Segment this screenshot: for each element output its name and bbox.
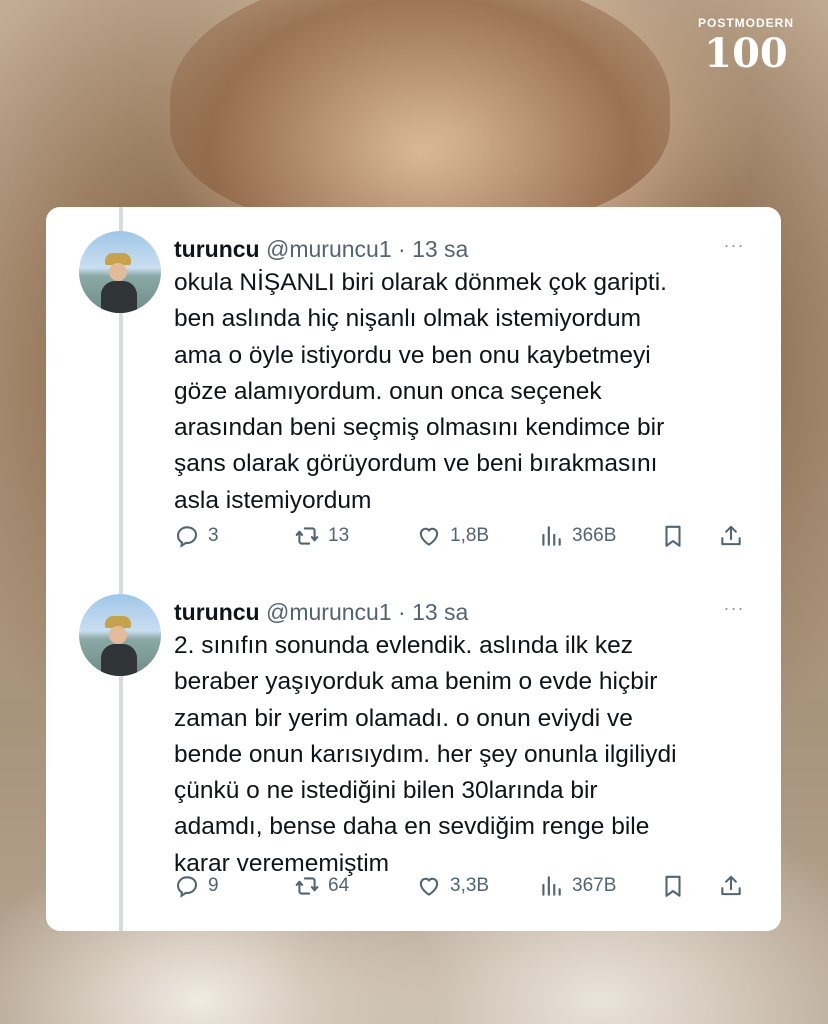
avatar-body xyxy=(101,644,137,676)
tweet[interactable]: turuncu @muruncu1 · 13 sa ··· okula NİŞA… xyxy=(46,229,781,559)
brand-number: 100 xyxy=(704,30,788,77)
like-count: 1,8B xyxy=(450,525,490,546)
display-name[interactable]: turuncu xyxy=(174,599,260,625)
brand-logo: POSTMODERN 100 xyxy=(690,16,802,86)
retweet-icon xyxy=(295,877,319,895)
like-icon xyxy=(419,877,439,896)
views-icon xyxy=(542,876,561,896)
tweet-thread-card: turuncu @muruncu1 · 13 sa ··· okula NİŞA… xyxy=(46,207,781,931)
more-icon[interactable]: ··· xyxy=(720,235,748,255)
reply-button[interactable]: 3 xyxy=(174,521,219,551)
brand-title: POSTMODERN xyxy=(697,16,794,30)
views-count: 366B xyxy=(572,525,617,546)
views-icon xyxy=(542,526,561,546)
bookmark-button[interactable] xyxy=(660,521,686,551)
avatar-face xyxy=(109,626,127,644)
reply-count: 9 xyxy=(208,875,219,896)
reply-icon xyxy=(176,526,198,548)
retweet-button[interactable]: 64 xyxy=(294,871,349,901)
bookmark-button[interactable] xyxy=(660,871,686,901)
display-name[interactable]: turuncu xyxy=(174,236,260,262)
avatar[interactable] xyxy=(79,594,161,676)
reply-count: 3 xyxy=(208,525,219,546)
retweet-count: 64 xyxy=(328,875,350,896)
like-count: 3,3B xyxy=(450,875,490,896)
avatar[interactable] xyxy=(79,231,161,313)
background-hair xyxy=(170,0,670,230)
like-button[interactable]: 3,3B xyxy=(416,871,489,901)
reply-button[interactable]: 9 xyxy=(174,871,219,901)
header-separator: · xyxy=(398,236,406,262)
retweet-button[interactable]: 13 xyxy=(294,521,349,551)
bookmark-icon xyxy=(665,875,681,897)
header-separator: · xyxy=(398,599,406,625)
tweet-text: okula NİŞANLI biri olarak dönmek çok gar… xyxy=(174,269,667,514)
bookmark-icon xyxy=(665,525,681,547)
share-button[interactable] xyxy=(718,521,744,551)
user-handle[interactable]: @muruncu1 xyxy=(266,236,392,262)
retweet-icon xyxy=(295,527,319,545)
like-icon xyxy=(419,527,439,546)
tweet-text: 2. sınıfın sonunda evlendik. aslında ilk… xyxy=(174,632,677,877)
avatar-body xyxy=(101,281,137,313)
retweet-count: 13 xyxy=(328,525,350,546)
tweet[interactable]: turuncu @muruncu1 · 13 sa ··· 2. sınıfın… xyxy=(46,592,781,912)
share-button[interactable] xyxy=(718,871,744,901)
tweet-actions: 9 64 3,3B 367B xyxy=(174,871,754,901)
tweet-time[interactable]: 13 sa xyxy=(412,599,468,625)
avatar-face xyxy=(109,263,127,281)
tweet-time[interactable]: 13 sa xyxy=(412,236,468,262)
more-icon[interactable]: ··· xyxy=(720,598,748,618)
tweet-header: turuncu @muruncu1 · 13 sa xyxy=(174,596,468,628)
views-button[interactable]: 366B xyxy=(538,521,616,551)
tweet-header: turuncu @muruncu1 · 13 sa xyxy=(174,233,468,265)
share-icon xyxy=(721,525,741,546)
views-count: 367B xyxy=(572,875,617,896)
share-icon xyxy=(721,875,741,896)
user-handle[interactable]: @muruncu1 xyxy=(266,599,392,625)
like-button[interactable]: 1,8B xyxy=(416,521,489,551)
reply-icon xyxy=(176,876,198,898)
views-button[interactable]: 367B xyxy=(538,871,616,901)
tweet-actions: 3 13 1,8B 366B xyxy=(174,521,754,551)
